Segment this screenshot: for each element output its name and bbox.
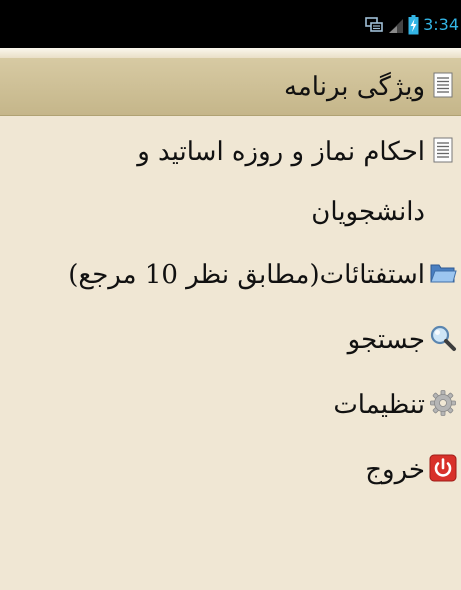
- search-icon: [429, 324, 457, 352]
- status-icons: 3:34: [364, 14, 461, 36]
- battery-charging-icon: [408, 15, 419, 35]
- power-icon: [429, 454, 457, 482]
- menu-item-search[interactable]: جستجو: [348, 310, 461, 370]
- document-icon: [429, 136, 457, 164]
- menu-item-exit[interactable]: خروج: [365, 440, 461, 500]
- menu-item-features-label: ویژگی برنامه: [283, 72, 425, 102]
- document-icon: [429, 71, 457, 99]
- menu-item-settings-label: تنظیمات: [333, 390, 425, 420]
- status-bar: 3:34: [0, 0, 461, 48]
- menu-item-rulings[interactable]: احکام نماز و روزه اساتید و دانشجویان: [25, 122, 461, 242]
- status-clock: 3:34: [423, 15, 459, 34]
- menu-item-search-label: جستجو: [347, 325, 425, 355]
- sync-icon: [364, 15, 384, 35]
- menu-item-settings[interactable]: تنظیمات: [333, 375, 461, 435]
- signal-icon: [388, 16, 404, 34]
- menu-item-features[interactable]: ویژگی برنامه: [284, 57, 461, 117]
- menu-item-rulings-label: احکام نماز و روزه اساتید و دانشجویان: [137, 137, 425, 227]
- menu-item-fatwas-label: استفتائات(مطابق نظر 10 مرجع): [68, 260, 425, 290]
- menu-item-exit-label: خروج: [365, 455, 425, 485]
- folder-icon: [429, 259, 457, 287]
- menu-item-fatwas[interactable]: استفتائات(مطابق نظر 10 مرجع): [68, 245, 461, 305]
- gear-icon: [429, 389, 457, 417]
